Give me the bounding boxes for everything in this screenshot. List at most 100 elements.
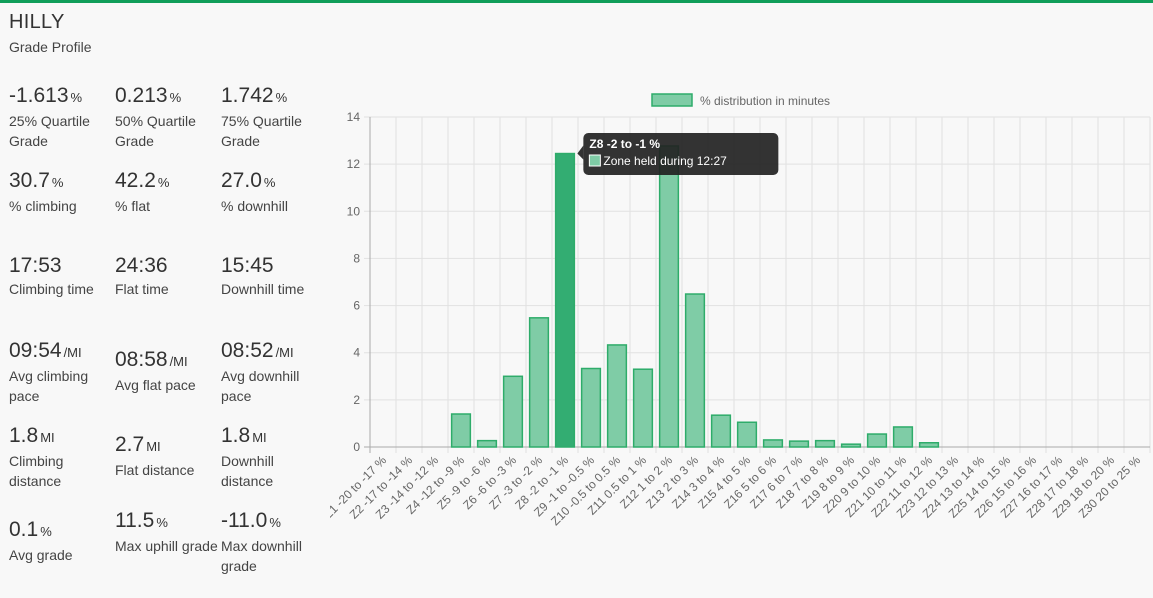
stat-value: 27.0% [221, 168, 327, 196]
stat-row: 1.8 MI Climbing distance 2.7 MI Flat distance… [9, 423, 329, 508]
stat-number: -1.613 [9, 84, 69, 107]
y-tick-label: 10 [347, 204, 361, 218]
stat-value: 0.213% [115, 83, 221, 111]
stat-number: 09:54 [9, 339, 62, 362]
stat-value: 17:53 [9, 253, 115, 279]
stat-label: Climbing distance [9, 453, 64, 489]
stat-number: 1.8 [9, 424, 39, 447]
stat-row: 0.1% Avg grade 11.5% Max uphill grade -11.0%… [9, 508, 329, 593]
stat-unit: % [40, 523, 52, 539]
stat-label: % climbing [9, 198, 77, 214]
bar [788, 440, 810, 448]
stat-unit: MI [252, 430, 267, 445]
stat-label: Climbing time [9, 281, 94, 297]
header: HILLY Grade Profile [9, 11, 91, 55]
stat-item: 30.7% % climbing [9, 168, 115, 253]
profile-title: HILLY [9, 11, 65, 33]
stat-item: 2.7 MI Flat distance [115, 423, 221, 508]
stat-label: Downhill distance [221, 453, 274, 489]
stat-item: 08:58/MI Avg flat pace [115, 338, 221, 423]
stat-unit: % [156, 515, 168, 530]
bar [476, 439, 498, 448]
stat-value: 15:45 [221, 253, 327, 279]
stat-number: 27.0 [221, 169, 262, 192]
stat-unit: % [51, 175, 64, 190]
tooltip-swatch [588, 154, 601, 167]
y-tick-label: 8 [353, 251, 360, 265]
stat-number: 15:45 [221, 254, 274, 277]
stat-label: Avg flat pace [115, 376, 196, 393]
stat-value: -1.613% [9, 83, 115, 111]
stat-value: 08:58/MI [115, 347, 221, 375]
bar [710, 414, 732, 448]
bar [528, 317, 550, 448]
stat-label: 25% Quartile Grade [9, 113, 90, 149]
bar [502, 375, 524, 448]
y-tick-label: 14 [347, 110, 361, 124]
stat-number: 17:53 [9, 254, 62, 277]
stat-number: 30.7 [9, 169, 50, 192]
stat-label: Flat distance [115, 461, 195, 478]
bar [450, 413, 472, 448]
stat-value: 11.5% [115, 508, 221, 536]
tooltip-label: Zone held during 12:27 [603, 154, 727, 168]
stat-label: 75% Quartile Grade [221, 113, 302, 149]
stat-value: 2.7 MI [115, 432, 221, 460]
stat-unit: % [263, 175, 276, 190]
legend-label: % distribution in minutes [700, 94, 830, 108]
stat-number: -11.0 [221, 509, 268, 532]
stat-item: 42.2% % flat [115, 168, 221, 253]
stat-value: 08:52/MI [221, 338, 327, 366]
y-tick-label: 4 [353, 346, 360, 360]
stat-value: 30.7% [9, 168, 115, 196]
stat-label: Max downhill grade [221, 538, 302, 574]
stat-unit: /MI [275, 345, 294, 360]
stat-label: % downhill [221, 198, 288, 214]
stat-item: 09:54/MI Avg climbing pace [9, 338, 115, 423]
stat-item: -11.0% Max downhill grade [221, 508, 327, 593]
stat-number: 1.742 [221, 84, 274, 107]
stat-value: 09:54/MI [9, 338, 115, 366]
stat-unit: % [157, 175, 170, 190]
stat-unit: % [269, 515, 281, 530]
stat-row: 30.7% % climbing 42.2% % flat 27.0% % downhil… [9, 168, 329, 253]
bar [580, 367, 602, 448]
stat-label: Flat time [115, 281, 169, 297]
bar [736, 421, 758, 448]
stat-label: % flat [115, 198, 151, 214]
bar [892, 426, 914, 448]
stat-item: 11.5% Max uphill grade [115, 508, 221, 593]
stat-label: Avg downhill pace [221, 368, 300, 404]
y-tick-label: 6 [353, 299, 360, 313]
stat-item: 15:45 Downhill time [221, 253, 327, 338]
stat-label: 50% Quartile Grade [115, 113, 196, 149]
stat-label: Avg climbing pace [9, 368, 89, 404]
stat-value: 42.2% [115, 168, 221, 196]
stat-number: 24:36 [115, 254, 168, 277]
y-tick-label: 2 [353, 393, 360, 407]
stat-item: 17:53 Climbing time [9, 253, 115, 338]
stat-number: 08:52 [221, 339, 274, 362]
stat-row: 17:53 Climbing time 24:36 Flat time 15:45 Dow… [9, 253, 329, 338]
stat-value: 0.1% [9, 517, 115, 545]
stat-item: 08:52/MI Avg downhill pace [221, 338, 327, 423]
stat-number: 1.8 [221, 424, 251, 447]
stat-row: -1.613% 25% Quartile Grade 0.213% 50% Quart… [9, 83, 329, 168]
y-tick-label: 12 [347, 157, 361, 171]
stat-value: 24:36 [115, 253, 221, 279]
bar [606, 344, 628, 448]
stat-item: 27.0% % downhill [221, 168, 327, 253]
stat-unit: /MI [63, 345, 82, 360]
bar [554, 152, 576, 448]
stat-unit: MI [40, 430, 55, 445]
bar [814, 439, 836, 448]
stat-item: 1.8 MI Downhill distance [221, 423, 327, 508]
stat-number: 11.5 [115, 509, 155, 532]
stat-unit: /MI [169, 353, 188, 369]
bar [918, 442, 940, 448]
stat-label: Avg grade [9, 546, 73, 563]
stat-unit: % [169, 90, 182, 105]
stat-unit: % [70, 90, 83, 105]
stat-number: 42.2 [115, 169, 156, 192]
stat-item: 0.213% 50% Quartile Grade [115, 83, 221, 168]
